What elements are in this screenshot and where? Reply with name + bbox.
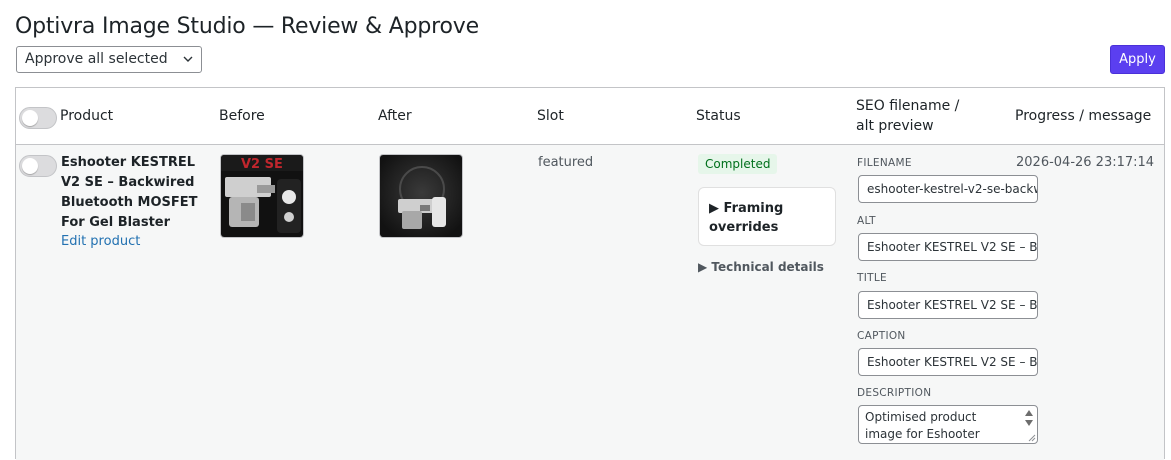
page-title: Optivra Image Studio — Review & Approve [15,14,479,39]
toggle-knob [22,110,38,126]
bulk-action-select[interactable]: Approve all selected [16,46,202,73]
framing-overrides-label: ▶ Framing overrides [709,201,784,235]
edit-product-link[interactable]: Edit product [61,233,140,251]
framing-overrides-disclosure[interactable]: ▶ Framing overrides [698,187,836,246]
row-select-toggle[interactable] [19,155,57,177]
toggle-knob [22,158,38,174]
description-label: DESCRIPTION [857,387,932,399]
slot-value: featured [538,155,594,170]
col-after: After [378,108,412,124]
scroll-arrows-icon[interactable] [1024,409,1034,427]
table-header: Product Before After Slot Status SEO fil… [16,88,1164,145]
col-progress: Progress / message [1015,108,1152,124]
col-before: Before [219,108,265,124]
bulk-action-value: Approve all selected [25,51,168,67]
product-photo-after [380,155,462,237]
progress-message: 2026-04-26 23:17:14 [1016,155,1155,170]
filename-label: FILENAME [857,157,912,169]
review-table: Product Before After Slot Status SEO fil… [15,87,1165,460]
select-all-toggle[interactable] [19,107,57,129]
table-row: Eshooter KESTREL V2 SE – Backwired Bluet… [16,145,1164,460]
before-image[interactable]: V2 SE [220,154,304,238]
title-label: TITLE [857,272,887,284]
caption-label: CAPTION [857,330,906,342]
caption-field[interactable]: Eshooter KESTREL V2 SE – Back [858,348,1038,376]
resize-grip-icon[interactable] [1028,434,1036,442]
chevron-down-icon [183,56,193,62]
status-badge: Completed [698,154,778,174]
alt-field[interactable]: Eshooter KESTREL V2 SE – Back [858,233,1038,261]
after-image[interactable] [379,154,463,238]
before-overlay-text: V2 SE [241,157,283,172]
col-seo: SEO filename / alt preview [856,98,960,134]
technical-details-toggle[interactable]: ▶ Technical details [698,260,824,274]
alt-label: ALT [857,215,876,227]
col-status: Status [696,108,741,124]
product-name: Eshooter KESTREL V2 SE – Backwired Bluet… [61,155,198,230]
product-photo-before: V2 SE [221,155,303,237]
title-field[interactable]: Eshooter KESTREL V2 SE – Back [858,291,1038,319]
col-product: Product [60,108,114,124]
col-slot: Slot [537,108,564,124]
description-text: Optimised product image for Eshooter KES… [865,410,980,441]
filename-field[interactable]: eshooter-kestrel-v2-se-backwii [858,175,1038,203]
description-textarea[interactable]: Optimised product image for Eshooter KES… [858,405,1038,444]
apply-button[interactable]: Apply [1110,45,1165,74]
